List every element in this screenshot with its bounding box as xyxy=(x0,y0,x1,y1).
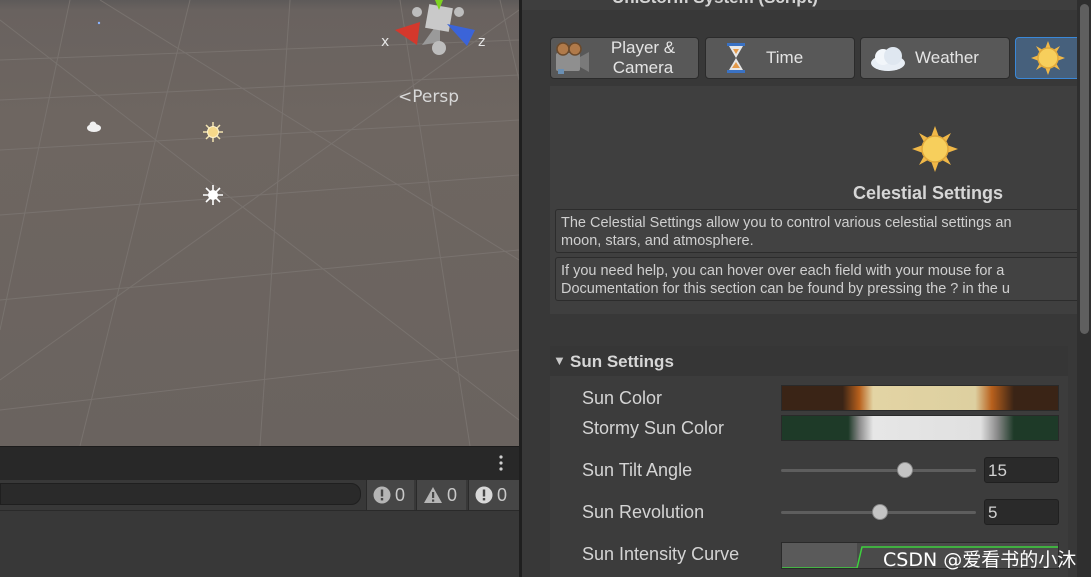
tab-celestial[interactable] xyxy=(1015,37,1085,79)
tab-weather[interactable]: Weather xyxy=(860,37,1010,79)
celestial-info-panel: Celestial Settings The Celestial Setting… xyxy=(550,86,1080,314)
scrollbar-thumb[interactable] xyxy=(1080,4,1089,334)
celestial-heading: Celestial Settings xyxy=(853,183,1004,203)
hourglass-icon xyxy=(706,38,766,78)
scene-grid xyxy=(0,0,519,446)
cloud-icon[interactable] xyxy=(86,119,102,133)
stormy-sun-color-gradient[interactable] xyxy=(781,415,1059,441)
console-toolbar xyxy=(0,446,519,480)
error-counter-button[interactable]: 0 xyxy=(366,480,414,510)
sun-settings-foldout[interactable]: ▼ Sun Settings xyxy=(550,346,1068,376)
sun-revolution-label: Sun Revolution xyxy=(582,502,705,522)
sun-icon[interactable] xyxy=(202,121,224,143)
inspector-panel: UniStorm System (Script) Player &Camera … xyxy=(522,0,1091,577)
light-icon[interactable] xyxy=(202,184,224,206)
stormy-sun-color-label: Stormy Sun Color xyxy=(582,418,725,438)
sun-intensity-curve-label: Sun Intensity Curve xyxy=(582,544,740,564)
warning-icon xyxy=(424,487,442,503)
scene-view[interactable]: x z <Persp xyxy=(0,0,519,446)
inspector-scrollbar[interactable] xyxy=(1077,0,1091,577)
console-log-area[interactable] xyxy=(0,510,519,577)
tab-time[interactable]: Time xyxy=(705,37,855,79)
help-box-hover-tip: If you need help, you can hover over eac… xyxy=(555,257,1080,301)
sun-icon xyxy=(912,126,958,172)
sun-tilt-angle-label: Sun Tilt Angle xyxy=(582,460,693,480)
cloud-icon xyxy=(861,38,915,78)
camera-icon xyxy=(551,38,593,78)
gizmo-x-label: x xyxy=(381,34,390,50)
watermark: CSDN @爱看书的小沐 xyxy=(883,549,1077,571)
slider-knob[interactable] xyxy=(897,462,914,478)
slider-knob[interactable] xyxy=(872,504,889,520)
sun-revolution-slider[interactable] xyxy=(781,501,976,523)
sun-revolution-field[interactable]: 5 xyxy=(984,499,1059,525)
more-options-icon[interactable] xyxy=(499,454,503,472)
sun-tilt-angle-field[interactable]: 15 xyxy=(984,457,1059,483)
sun-tilt-angle-slider[interactable] xyxy=(781,459,976,481)
console-search-input[interactable] xyxy=(0,483,361,505)
info-counter-button[interactable]: 0 xyxy=(468,480,519,510)
tab-player-camera[interactable]: Player & Camera xyxy=(550,37,699,79)
component-header[interactable]: UniStorm System (Script) xyxy=(522,0,1077,10)
warning-counter-button[interactable]: 0 xyxy=(416,480,466,510)
component-title: UniStorm System (Script) xyxy=(612,0,818,8)
persp-chevron-icon: < xyxy=(398,87,413,107)
info-icon xyxy=(475,486,493,504)
console-panel: 0 0 0 xyxy=(0,446,519,577)
gizmo-z-label: z xyxy=(478,34,486,50)
foldout-arrow-icon: ▼ xyxy=(553,353,566,368)
sun-color-gradient[interactable] xyxy=(781,385,1059,411)
sun-color-label: Sun Color xyxy=(582,388,663,408)
orientation-gizmo[interactable] xyxy=(395,0,485,62)
sun-icon xyxy=(1016,38,1080,78)
error-icon xyxy=(373,486,391,504)
help-box-description: The Celestial Settings allow you to cont… xyxy=(555,209,1080,253)
persp-toggle[interactable]: <Persp xyxy=(398,87,459,107)
